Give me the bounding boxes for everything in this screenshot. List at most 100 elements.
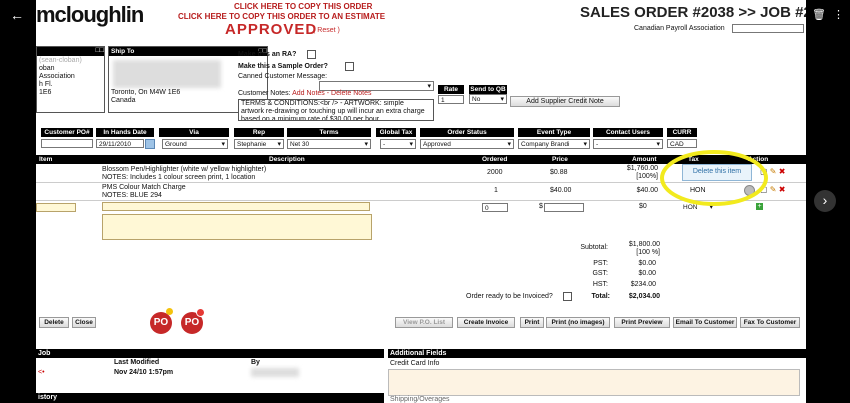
rate-header: Rate bbox=[438, 85, 464, 94]
global-tax-select[interactable]: - bbox=[380, 139, 416, 149]
bill-to-line: 1E6 bbox=[39, 89, 52, 96]
page-title: SALES ORDER #2038 >> JOB #22 bbox=[580, 4, 806, 21]
invoice-ready-checkbox[interactable] bbox=[563, 292, 572, 301]
new-amount: $0 bbox=[639, 203, 647, 210]
subtotal-label: Subtotal: bbox=[580, 244, 608, 251]
redacted-address bbox=[113, 60, 221, 88]
price-col-header: Price bbox=[552, 156, 568, 163]
new-ordered-input[interactable]: 0 bbox=[482, 203, 508, 212]
item-amount: $1,760.00 bbox=[626, 165, 658, 172]
bill-to-contact: (sean-cloban) bbox=[39, 57, 82, 64]
rate-input[interactable]: 1 bbox=[438, 95, 464, 104]
item-amount-cell: $1,760.00 [100%] bbox=[616, 165, 658, 181]
copy-icon[interactable]: □□ bbox=[96, 47, 104, 54]
add-supplier-note-button[interactable]: Add Supplier Credit Note bbox=[510, 96, 620, 107]
credit-card-textarea[interactable] bbox=[388, 369, 800, 396]
bill-to-line: Association bbox=[39, 73, 75, 80]
back-arrow-icon[interactable]: ← bbox=[10, 0, 24, 30]
rep-select[interactable]: Stephanie bbox=[234, 139, 284, 149]
ordered-col-header: Ordered bbox=[482, 156, 508, 163]
pst-value: $0.00 bbox=[638, 260, 656, 267]
contact-users-select[interactable]: - bbox=[593, 139, 663, 149]
ra-label: Make this an RA? bbox=[238, 51, 297, 58]
print-preview-button[interactable]: Print Preview bbox=[614, 317, 670, 328]
sample-checkbox[interactable] bbox=[345, 62, 354, 71]
bill-to-line: h Fl. bbox=[39, 81, 53, 88]
delete-notes-link[interactable]: Delete Notes bbox=[331, 90, 371, 97]
print-no-images-button[interactable]: Print (no images) bbox=[546, 317, 610, 328]
terms-header: Terms bbox=[287, 128, 371, 137]
add-notes-link[interactable]: Add Notes bbox=[292, 90, 325, 97]
global-tax-header: Global Tax bbox=[376, 128, 416, 137]
item-description: PMS Colour Match Charge bbox=[102, 184, 186, 191]
view-po-list-button[interactable]: View P.O. List bbox=[395, 317, 453, 328]
delete-button[interactable]: Delete bbox=[39, 317, 69, 328]
ship-to-label: Ship To bbox=[111, 48, 135, 55]
additional-fields-header: Additional Fields bbox=[388, 349, 806, 358]
rep-header: Rep bbox=[234, 128, 284, 137]
delete-item-icon[interactable]: ✖ bbox=[779, 167, 786, 176]
status-badge: APPROVED bbox=[225, 21, 318, 38]
terms-select[interactable]: Net 30 bbox=[287, 139, 371, 149]
item-col-header: Item bbox=[39, 156, 53, 163]
delete-item-icon[interactable]: ✖ bbox=[779, 185, 786, 194]
po-remove-icon bbox=[196, 308, 205, 317]
order-status-header: Order Status bbox=[420, 128, 514, 137]
send-qb-select[interactable]: No bbox=[469, 94, 507, 104]
description-col-header: Description bbox=[269, 156, 305, 163]
item-amount: $40.00 bbox=[636, 187, 658, 194]
email-customer-button[interactable]: Email To Customer bbox=[673, 317, 737, 328]
company-name: Canadian Payroll Association bbox=[634, 25, 725, 32]
contact-users-header: Contact Users bbox=[593, 128, 663, 137]
order-status-select[interactable]: Approved bbox=[420, 139, 514, 149]
create-invoice-button[interactable]: Create Invoice bbox=[457, 317, 515, 328]
amount-col-header: Amount bbox=[632, 156, 657, 163]
new-notes-textarea[interactable] bbox=[102, 214, 372, 240]
in-hands-input[interactable]: 29/11/2010 bbox=[96, 139, 144, 148]
reset-link[interactable]: ( Reset ) bbox=[313, 27, 340, 34]
redacted-user bbox=[251, 368, 299, 377]
bill-to-header: □□ bbox=[37, 47, 104, 56]
close-button[interactable]: Close bbox=[72, 317, 96, 328]
invoice-ready-label: Order ready to be Invoiced? bbox=[466, 293, 553, 300]
po-star-icon bbox=[166, 308, 173, 315]
job-section-header: Job bbox=[36, 349, 384, 358]
last-modified-header: Last Modified bbox=[114, 359, 160, 366]
new-description-input[interactable] bbox=[102, 202, 370, 211]
canned-message-label: Canned Customer Message: bbox=[238, 73, 328, 80]
copy-estimate-link[interactable]: CLICK HERE TO COPY THIS ORDER TO AN ESTI… bbox=[178, 12, 385, 21]
print-button[interactable]: Print bbox=[520, 317, 544, 328]
highlight-circle bbox=[660, 150, 768, 206]
calendar-icon[interactable] bbox=[145, 139, 155, 149]
company-field[interactable] bbox=[732, 24, 804, 33]
history-header: istory bbox=[36, 393, 384, 403]
ra-checkbox[interactable] bbox=[307, 50, 316, 59]
hst-value: $234.00 bbox=[630, 281, 656, 288]
currency-input[interactable]: CAD bbox=[667, 139, 697, 148]
job-row-marker[interactable]: <• bbox=[38, 369, 45, 376]
new-price-input[interactable] bbox=[544, 203, 584, 212]
currency-header: CURR bbox=[667, 128, 697, 137]
total-label: Total: bbox=[591, 293, 610, 300]
pst-label: PST: bbox=[593, 260, 608, 267]
item-price: $0.88 bbox=[550, 169, 568, 176]
sample-label: Make this a Sample Order? bbox=[238, 63, 328, 70]
customer-po-header: Customer PO# bbox=[41, 128, 93, 137]
copy-order-link[interactable]: CLICK HERE TO COPY THIS ORDER bbox=[234, 2, 372, 11]
more-icon[interactable]: ⋮ bbox=[833, 0, 844, 30]
event-type-select[interactable]: Company Brandi bbox=[518, 139, 590, 149]
next-image-button[interactable]: › bbox=[814, 190, 836, 212]
new-price-symbol: $ bbox=[539, 203, 543, 210]
via-header: Via bbox=[159, 128, 229, 137]
gst-label: GST: bbox=[592, 270, 608, 277]
fax-customer-button[interactable]: Fax To Customer bbox=[740, 317, 800, 328]
customer-po-input[interactable] bbox=[41, 139, 93, 148]
gst-value: $0.00 bbox=[638, 270, 656, 277]
in-hands-header: In Hands Date bbox=[96, 128, 154, 137]
ship-to-city: Toronto, On M4W 1E6 bbox=[111, 89, 181, 96]
customer-notes-textarea[interactable]: TERMS & CONDITIONS:<br /> - ARTWORK: sim… bbox=[238, 99, 434, 121]
po-button[interactable]: PO bbox=[150, 312, 172, 334]
trash-icon[interactable]: 🗑 bbox=[812, 0, 826, 30]
via-select[interactable]: Ground bbox=[162, 139, 228, 149]
new-item-input[interactable] bbox=[36, 203, 76, 212]
